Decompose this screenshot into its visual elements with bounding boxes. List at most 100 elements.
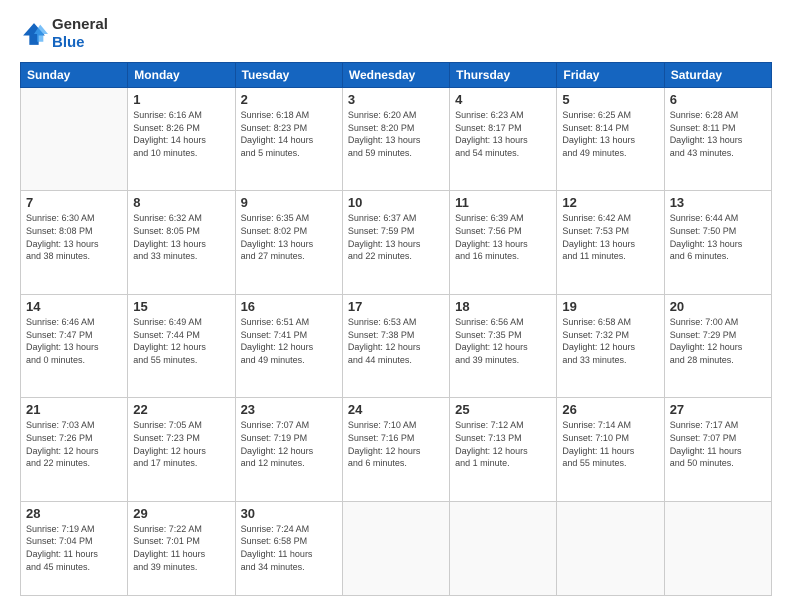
week-row-4: 28 Sunrise: 7:19 AMSunset: 7:04 PMDayligh… xyxy=(21,501,772,595)
day-number: 16 xyxy=(241,299,337,314)
day-number: 21 xyxy=(26,402,122,417)
day-cell: 14 Sunrise: 6:46 AMSunset: 7:47 PMDayligh… xyxy=(21,294,128,397)
day-number: 25 xyxy=(455,402,551,417)
weekday-header-sunday: Sunday xyxy=(21,63,128,88)
day-cell: 17 Sunrise: 6:53 AMSunset: 7:38 PMDayligh… xyxy=(342,294,449,397)
day-info: Sunrise: 6:39 AMSunset: 7:56 PMDaylight:… xyxy=(455,212,551,262)
day-info: Sunrise: 6:37 AMSunset: 7:59 PMDaylight:… xyxy=(348,212,444,262)
day-info: Sunrise: 6:18 AMSunset: 8:23 PMDaylight:… xyxy=(241,109,337,159)
day-cell: 3 Sunrise: 6:20 AMSunset: 8:20 PMDaylight… xyxy=(342,88,449,191)
day-info: Sunrise: 7:14 AMSunset: 7:10 PMDaylight:… xyxy=(562,419,658,469)
day-info: Sunrise: 6:51 AMSunset: 7:41 PMDaylight:… xyxy=(241,316,337,366)
day-number: 14 xyxy=(26,299,122,314)
day-number: 18 xyxy=(455,299,551,314)
day-cell: 20 Sunrise: 7:00 AMSunset: 7:29 PMDayligh… xyxy=(664,294,771,397)
day-cell: 7 Sunrise: 6:30 AMSunset: 8:08 PMDaylight… xyxy=(21,191,128,294)
day-info: Sunrise: 6:35 AMSunset: 8:02 PMDaylight:… xyxy=(241,212,337,262)
day-number: 26 xyxy=(562,402,658,417)
page: General Blue SundayMondayTuesdayWednesda… xyxy=(0,0,792,612)
day-info: Sunrise: 7:00 AMSunset: 7:29 PMDaylight:… xyxy=(670,316,766,366)
day-cell: 4 Sunrise: 6:23 AMSunset: 8:17 PMDaylight… xyxy=(450,88,557,191)
day-number: 19 xyxy=(562,299,658,314)
day-cell: 29 Sunrise: 7:22 AMSunset: 7:01 PMDayligh… xyxy=(128,501,235,595)
day-number: 24 xyxy=(348,402,444,417)
day-number: 7 xyxy=(26,195,122,210)
weekday-header-thursday: Thursday xyxy=(450,63,557,88)
day-info: Sunrise: 7:03 AMSunset: 7:26 PMDaylight:… xyxy=(26,419,122,469)
day-cell: 10Sunrise: 6:37 AMSunset: 7:59 PMDayligh… xyxy=(342,191,449,294)
logo: General Blue xyxy=(20,16,108,52)
day-number: 9 xyxy=(241,195,337,210)
day-cell: 30 Sunrise: 7:24 AMSunset: 6:58 PMDayligh… xyxy=(235,501,342,595)
day-cell xyxy=(664,501,771,595)
day-cell: 11Sunrise: 6:39 AMSunset: 7:56 PMDayligh… xyxy=(450,191,557,294)
day-cell: 8 Sunrise: 6:32 AMSunset: 8:05 PMDaylight… xyxy=(128,191,235,294)
day-number: 6 xyxy=(670,92,766,107)
weekday-header-tuesday: Tuesday xyxy=(235,63,342,88)
day-info: Sunrise: 7:10 AMSunset: 7:16 PMDaylight:… xyxy=(348,419,444,469)
day-cell: 18 Sunrise: 6:56 AMSunset: 7:35 PMDayligh… xyxy=(450,294,557,397)
week-row-1: 7 Sunrise: 6:30 AMSunset: 8:08 PMDaylight… xyxy=(21,191,772,294)
day-info: Sunrise: 6:49 AMSunset: 7:44 PMDaylight:… xyxy=(133,316,229,366)
day-number: 2 xyxy=(241,92,337,107)
week-row-2: 14 Sunrise: 6:46 AMSunset: 7:47 PMDayligh… xyxy=(21,294,772,397)
day-number: 30 xyxy=(241,506,337,521)
day-info: Sunrise: 6:25 AMSunset: 8:14 PMDaylight:… xyxy=(562,109,658,159)
day-info: Sunrise: 6:20 AMSunset: 8:20 PMDaylight:… xyxy=(348,109,444,159)
day-cell: 1Sunrise: 6:16 AMSunset: 8:26 PMDaylight… xyxy=(128,88,235,191)
day-info: Sunrise: 7:19 AMSunset: 7:04 PMDaylight:… xyxy=(26,523,122,573)
day-info: Sunrise: 6:42 AMSunset: 7:53 PMDaylight:… xyxy=(562,212,658,262)
day-info: Sunrise: 6:23 AMSunset: 8:17 PMDaylight:… xyxy=(455,109,551,159)
day-number: 28 xyxy=(26,506,122,521)
logo-icon xyxy=(20,20,48,48)
day-cell: 23 Sunrise: 7:07 AMSunset: 7:19 PMDayligh… xyxy=(235,398,342,501)
day-cell: 13Sunrise: 6:44 AMSunset: 7:50 PMDayligh… xyxy=(664,191,771,294)
day-info: Sunrise: 6:56 AMSunset: 7:35 PMDaylight:… xyxy=(455,316,551,366)
day-info: Sunrise: 7:17 AMSunset: 7:07 PMDaylight:… xyxy=(670,419,766,469)
day-info: Sunrise: 6:30 AMSunset: 8:08 PMDaylight:… xyxy=(26,212,122,262)
day-cell: 5Sunrise: 6:25 AMSunset: 8:14 PMDaylight… xyxy=(557,88,664,191)
day-info: Sunrise: 6:53 AMSunset: 7:38 PMDaylight:… xyxy=(348,316,444,366)
day-number: 3 xyxy=(348,92,444,107)
day-cell: 15 Sunrise: 6:49 AMSunset: 7:44 PMDayligh… xyxy=(128,294,235,397)
week-row-0: 1Sunrise: 6:16 AMSunset: 8:26 PMDaylight… xyxy=(21,88,772,191)
day-number: 8 xyxy=(133,195,229,210)
day-info: Sunrise: 7:12 AMSunset: 7:13 PMDaylight:… xyxy=(455,419,551,469)
day-number: 20 xyxy=(670,299,766,314)
day-info: Sunrise: 7:05 AMSunset: 7:23 PMDaylight:… xyxy=(133,419,229,469)
day-number: 12 xyxy=(562,195,658,210)
header: General Blue xyxy=(20,16,772,52)
day-number: 4 xyxy=(455,92,551,107)
day-cell: 9 Sunrise: 6:35 AMSunset: 8:02 PMDaylight… xyxy=(235,191,342,294)
week-row-3: 21 Sunrise: 7:03 AMSunset: 7:26 PMDayligh… xyxy=(21,398,772,501)
day-cell xyxy=(557,501,664,595)
logo-text: General Blue xyxy=(52,16,108,52)
day-number: 17 xyxy=(348,299,444,314)
day-info: Sunrise: 6:46 AMSunset: 7:47 PMDaylight:… xyxy=(26,316,122,366)
day-cell xyxy=(342,501,449,595)
day-info: Sunrise: 7:22 AMSunset: 7:01 PMDaylight:… xyxy=(133,523,229,573)
day-cell: 24 Sunrise: 7:10 AMSunset: 7:16 PMDayligh… xyxy=(342,398,449,501)
day-cell: 28 Sunrise: 7:19 AMSunset: 7:04 PMDayligh… xyxy=(21,501,128,595)
day-cell xyxy=(21,88,128,191)
day-cell: 19 Sunrise: 6:58 AMSunset: 7:32 PMDayligh… xyxy=(557,294,664,397)
day-number: 13 xyxy=(670,195,766,210)
weekday-header-friday: Friday xyxy=(557,63,664,88)
weekday-header-row: SundayMondayTuesdayWednesdayThursdayFrid… xyxy=(21,63,772,88)
day-info: Sunrise: 7:24 AMSunset: 6:58 PMDaylight:… xyxy=(241,523,337,573)
weekday-header-wednesday: Wednesday xyxy=(342,63,449,88)
day-info: Sunrise: 6:58 AMSunset: 7:32 PMDaylight:… xyxy=(562,316,658,366)
day-cell: 27Sunrise: 7:17 AMSunset: 7:07 PMDayligh… xyxy=(664,398,771,501)
day-number: 23 xyxy=(241,402,337,417)
weekday-header-monday: Monday xyxy=(128,63,235,88)
day-number: 1 xyxy=(133,92,229,107)
day-info: Sunrise: 6:32 AMSunset: 8:05 PMDaylight:… xyxy=(133,212,229,262)
day-cell: 2 Sunrise: 6:18 AMSunset: 8:23 PMDaylight… xyxy=(235,88,342,191)
day-cell: 16 Sunrise: 6:51 AMSunset: 7:41 PMDayligh… xyxy=(235,294,342,397)
day-info: Sunrise: 7:07 AMSunset: 7:19 PMDaylight:… xyxy=(241,419,337,469)
weekday-header-saturday: Saturday xyxy=(664,63,771,88)
day-number: 29 xyxy=(133,506,229,521)
day-cell: 22Sunrise: 7:05 AMSunset: 7:23 PMDayligh… xyxy=(128,398,235,501)
day-info: Sunrise: 6:28 AMSunset: 8:11 PMDaylight:… xyxy=(670,109,766,159)
day-number: 15 xyxy=(133,299,229,314)
